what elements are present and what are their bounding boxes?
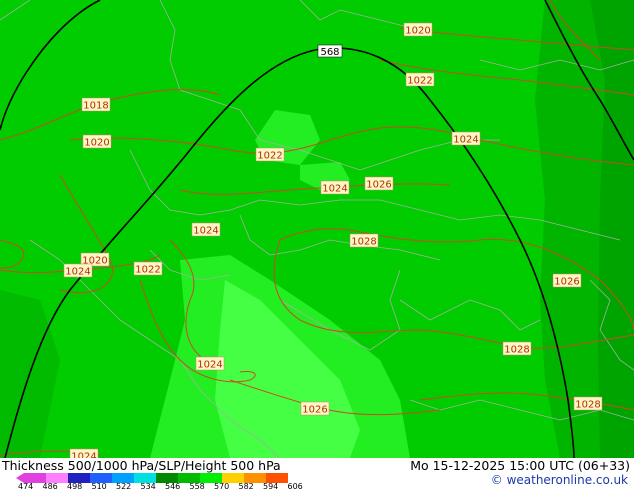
isobar-label: 1022 [405, 72, 435, 87]
isobar-label-text: 1028 [575, 400, 600, 411]
isobar-label-text: 1018 [83, 101, 108, 112]
isobar-label: 1020 [82, 134, 112, 149]
isobar-label: 1022 [133, 261, 163, 276]
isobar-label-text: 1026 [366, 180, 391, 191]
height-label-text: 568 [320, 47, 339, 58]
isobar-label-text: 1020 [405, 26, 430, 37]
isobar-label-text: 1022 [257, 151, 282, 162]
isobar-label-text: 1026 [554, 277, 579, 288]
isobar-label: 1028 [573, 396, 603, 411]
isobar-label-text: 1026 [302, 405, 327, 416]
credit-link[interactable]: © weatheronline.co.uk [491, 473, 628, 487]
isobar-label-text: 1024 [193, 226, 218, 237]
isobar-label-text: 1024 [453, 135, 478, 146]
isobar-label-text: 1022 [135, 265, 160, 276]
isobar-label: 1024 [451, 131, 481, 146]
isobar-label-text: 1024 [197, 360, 222, 371]
isobar-label-text: 1022 [407, 76, 432, 87]
isobar-label: 1024 [69, 448, 99, 458]
isobar-label: 1028 [349, 233, 379, 248]
isobar-label: 1024 [195, 356, 225, 371]
weather-map: 1020 1022 1018 1020 1022 1024 1024 1026 1028 1024… [0, 0, 634, 458]
isobar-label-text: 1028 [504, 345, 529, 356]
map-datetime: Mo 15-12-2025 15:00 UTC (06+33) [410, 458, 630, 473]
isobar-label: 1028 [502, 341, 532, 356]
isobar-label: 1026 [300, 401, 330, 416]
isobar-label: 1024 [320, 180, 350, 195]
isobar-label: 1020 [403, 22, 433, 37]
isobar-label: 1024 [191, 222, 221, 237]
isobar-label: 1026 [364, 176, 394, 191]
isobar-label-text: 1024 [65, 267, 90, 278]
isobar-label-text: 1028 [351, 237, 376, 248]
isobar-label: 1022 [255, 147, 285, 162]
isobar-label-text: 1024 [322, 184, 347, 195]
height-label-568: 568 [317, 44, 343, 58]
isobar-label-text: 1020 [84, 138, 109, 149]
isobar-label: 1026 [552, 273, 582, 288]
isobar-label: 1024 [63, 263, 93, 278]
isobar-label: 1018 [81, 97, 111, 112]
map-title: Thickness 500/1000 hPa/SLP/Height 500 hP… [2, 458, 281, 473]
map-footer: Thickness 500/1000 hPa/SLP/Height 500 hP… [0, 458, 634, 491]
